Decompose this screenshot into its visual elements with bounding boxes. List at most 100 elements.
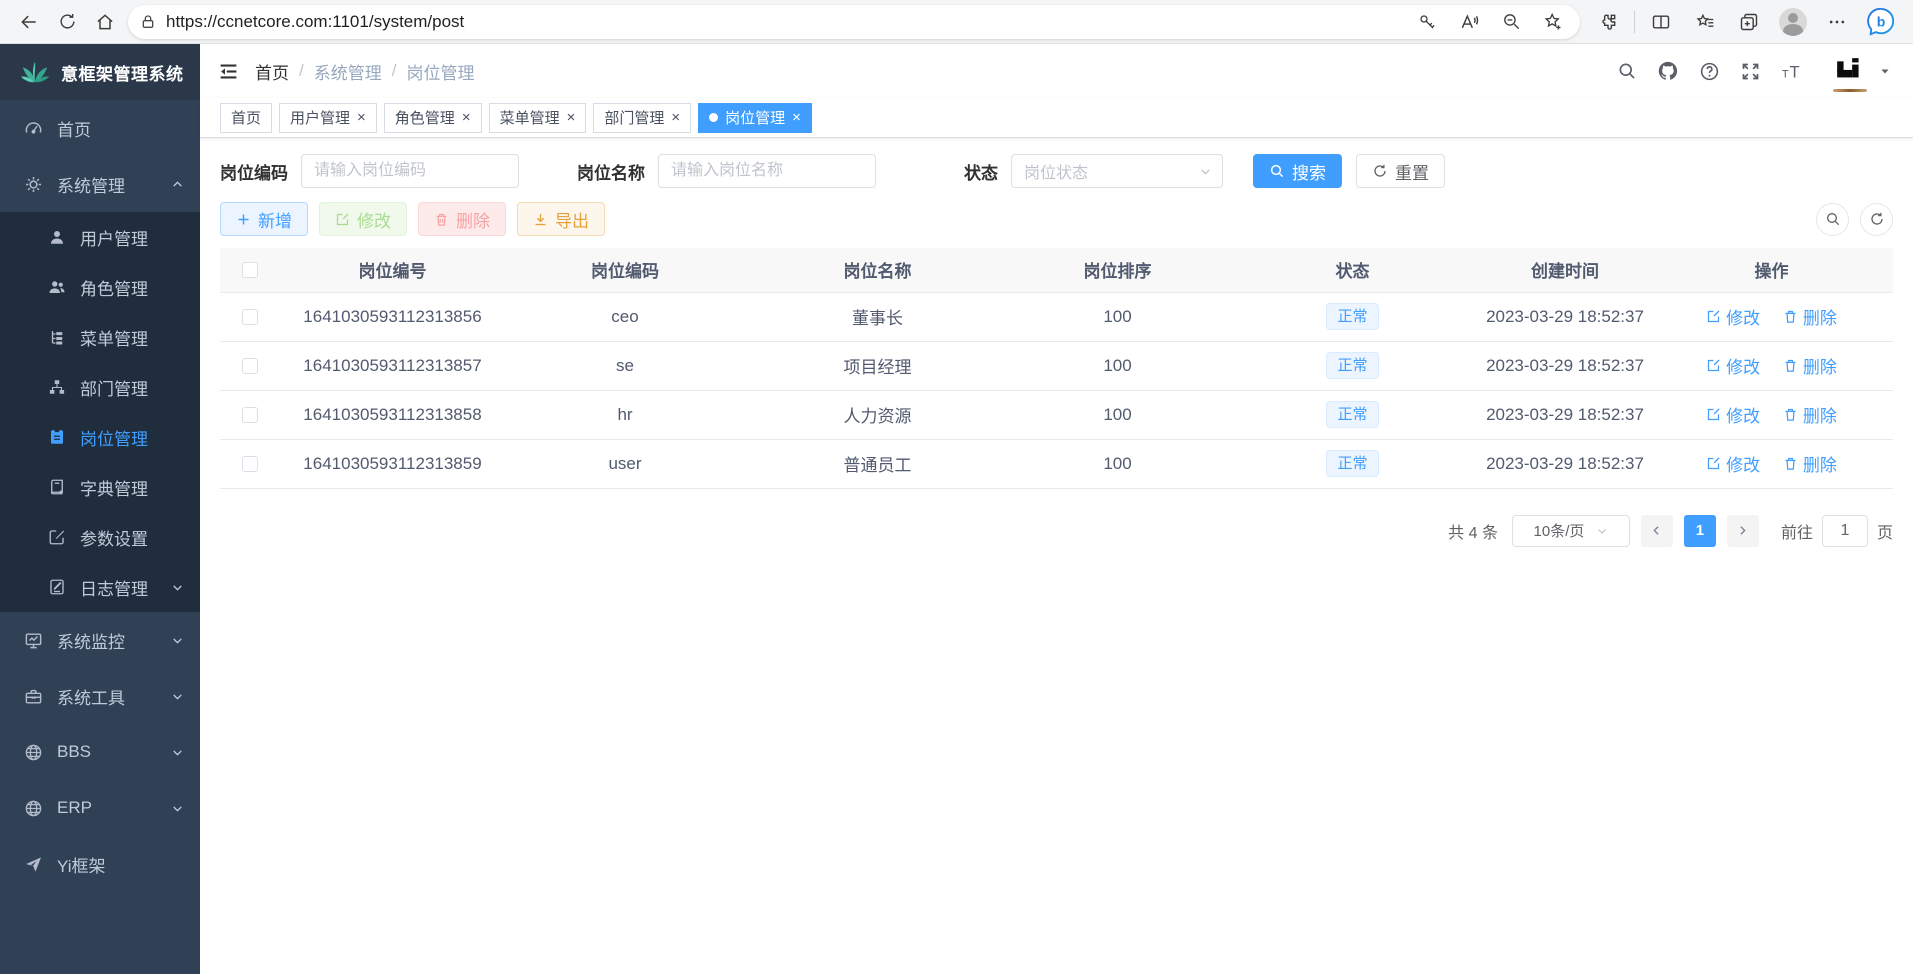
sidebar-item-home[interactable]: 首页 (0, 100, 200, 156)
password-key-button[interactable] (1406, 5, 1448, 39)
post-code-input[interactable] (301, 154, 519, 188)
browser-refresh-button[interactable] (48, 5, 86, 39)
row-checkbox[interactable] (242, 309, 258, 325)
row-delete-link[interactable]: 删除 (1783, 402, 1837, 427)
sidebar-item-role-management[interactable]: 角色管理 (0, 262, 200, 312)
tab-close-icon[interactable]: × (792, 110, 801, 125)
collections-button[interactable] (1727, 5, 1771, 39)
sidebar-item-user-management[interactable]: 用户管理 (0, 212, 200, 262)
paper-plane-icon (24, 855, 43, 874)
sidebar-item-yi-framework[interactable]: Yi框架 (0, 836, 200, 892)
address-bar[interactable]: https://ccnetcore.com:1101/system/post (128, 5, 1580, 39)
edit-icon (1706, 456, 1721, 471)
row-checkbox[interactable] (242, 358, 258, 374)
zoom-out-button[interactable] (1490, 5, 1532, 39)
sidebar-item-dept-management[interactable]: 部门管理 (0, 362, 200, 412)
sidebar-item-erp[interactable]: ERP (0, 780, 200, 836)
post-name-input[interactable] (658, 154, 876, 188)
header-search-button[interactable] (1617, 61, 1637, 81)
table-row[interactable]: 1641030593112313858 hr 人力资源 100 正常 2023-… (220, 390, 1893, 439)
tab-close-icon[interactable]: × (671, 110, 680, 125)
avatar-underline (1833, 89, 1867, 92)
bing-chat-button[interactable]: b (1859, 5, 1903, 39)
users-icon (48, 278, 66, 296)
search-icon (1825, 211, 1841, 227)
row-edit-link[interactable]: 修改 (1706, 402, 1760, 427)
breadcrumb-home[interactable]: 首页 (255, 59, 289, 84)
row-edit-label: 修改 (1726, 451, 1760, 476)
add-button[interactable]: 新增 (220, 202, 308, 236)
sidebar-item-log-management[interactable]: 日志管理 (0, 562, 200, 612)
status-select[interactable]: 岗位状态 (1011, 154, 1223, 188)
sidebar-item-post-management[interactable]: 岗位管理 (0, 412, 200, 462)
tab-home[interactable]: 首页 (220, 103, 272, 133)
tab-role-management[interactable]: 角色管理 × (384, 103, 482, 133)
sidebar-item-system-monitor[interactable]: 系统监控 (0, 612, 200, 668)
edit-button[interactable]: 修改 (319, 202, 407, 236)
fullscreen-button[interactable] (1740, 61, 1761, 82)
browser-back-button[interactable] (10, 5, 48, 39)
tab-dept-management[interactable]: 部门管理 × (593, 103, 691, 133)
chevron-left-icon (1650, 524, 1663, 537)
row-delete-link[interactable]: 删除 (1783, 304, 1837, 329)
delete-button[interactable]: 删除 (418, 202, 506, 236)
table-row[interactable]: 1641030593112313859 user 普通员工 100 正常 202… (220, 439, 1893, 488)
favorites-button[interactable] (1683, 5, 1727, 39)
sidebar-item-system-management[interactable]: 系统管理 (0, 156, 200, 212)
sidebar-item-bbs[interactable]: BBS (0, 724, 200, 780)
github-link[interactable] (1657, 60, 1679, 82)
prev-page-button[interactable] (1641, 515, 1673, 547)
browser-profile-button[interactable] (1771, 5, 1815, 39)
tab-user-management[interactable]: 用户管理 × (279, 103, 377, 133)
add-favorite-button[interactable] (1532, 5, 1574, 39)
row-edit-link[interactable]: 修改 (1706, 451, 1760, 476)
reset-button[interactable]: 重置 (1356, 154, 1445, 188)
row-checkbox[interactable] (242, 407, 258, 423)
browser-home-button[interactable] (86, 5, 124, 39)
tab-close-icon[interactable]: × (462, 110, 471, 125)
font-size-button[interactable]: TT (1781, 61, 1805, 82)
sidebar-item-dict-management[interactable]: 字典管理 (0, 462, 200, 512)
sidebar-item-menu-management[interactable]: 菜单管理 (0, 312, 200, 362)
home-icon (95, 12, 115, 32)
extensions-button[interactable] (1586, 5, 1630, 39)
cell-post-id: 1641030593112313856 (280, 292, 505, 341)
split-screen-button[interactable] (1639, 5, 1683, 39)
logo[interactable]: 意框架管理系统 (0, 44, 200, 100)
row-checkbox[interactable] (242, 456, 258, 472)
tab-post-management[interactable]: 岗位管理 × (698, 103, 812, 133)
sidebar-item-param-settings[interactable]: 参数设置 (0, 512, 200, 562)
tab-menu-management[interactable]: 菜单管理 × (489, 103, 587, 133)
toggle-search-button[interactable] (1816, 203, 1849, 236)
sidebar-collapse-button[interactable] (218, 61, 239, 82)
tab-close-icon[interactable]: × (357, 110, 366, 125)
add-button-label: 新增 (258, 207, 292, 232)
column-actions: 操作 (1650, 248, 1893, 292)
goto-page-input[interactable] (1822, 515, 1868, 547)
read-aloud-button[interactable] (1448, 5, 1490, 39)
user-menu[interactable] (1831, 54, 1891, 88)
select-all-checkbox[interactable] (242, 262, 258, 278)
page-size-select[interactable]: 10条/页 (1512, 515, 1630, 547)
row-delete-link[interactable]: 删除 (1783, 353, 1837, 378)
breadcrumb-system[interactable]: 系统管理 (314, 59, 382, 84)
next-page-button[interactable] (1727, 515, 1759, 547)
tab-close-icon[interactable]: × (567, 110, 576, 125)
row-edit-link[interactable]: 修改 (1706, 353, 1760, 378)
browser-menu-button[interactable] (1815, 5, 1859, 39)
edit-icon (1706, 358, 1721, 373)
sidebar-item-system-tools[interactable]: 系统工具 (0, 668, 200, 724)
export-button[interactable]: 导出 (517, 202, 605, 236)
row-delete-link[interactable]: 删除 (1783, 451, 1837, 476)
page-number-1[interactable]: 1 (1684, 515, 1716, 547)
table-row[interactable]: 1641030593112313857 se 项目经理 100 正常 2023-… (220, 341, 1893, 390)
row-edit-link[interactable]: 修改 (1706, 304, 1760, 329)
help-button[interactable] (1699, 61, 1720, 82)
trash-icon (434, 212, 449, 227)
search-button[interactable]: 搜索 (1253, 154, 1342, 188)
dictionary-icon (48, 478, 66, 496)
sidebar-item-label: 字典管理 (80, 475, 148, 500)
url-text[interactable]: https://ccnetcore.com:1101/system/post (166, 12, 1406, 32)
refresh-table-button[interactable] (1860, 203, 1893, 236)
table-row[interactable]: 1641030593112313856 ceo 董事长 100 正常 2023-… (220, 292, 1893, 341)
